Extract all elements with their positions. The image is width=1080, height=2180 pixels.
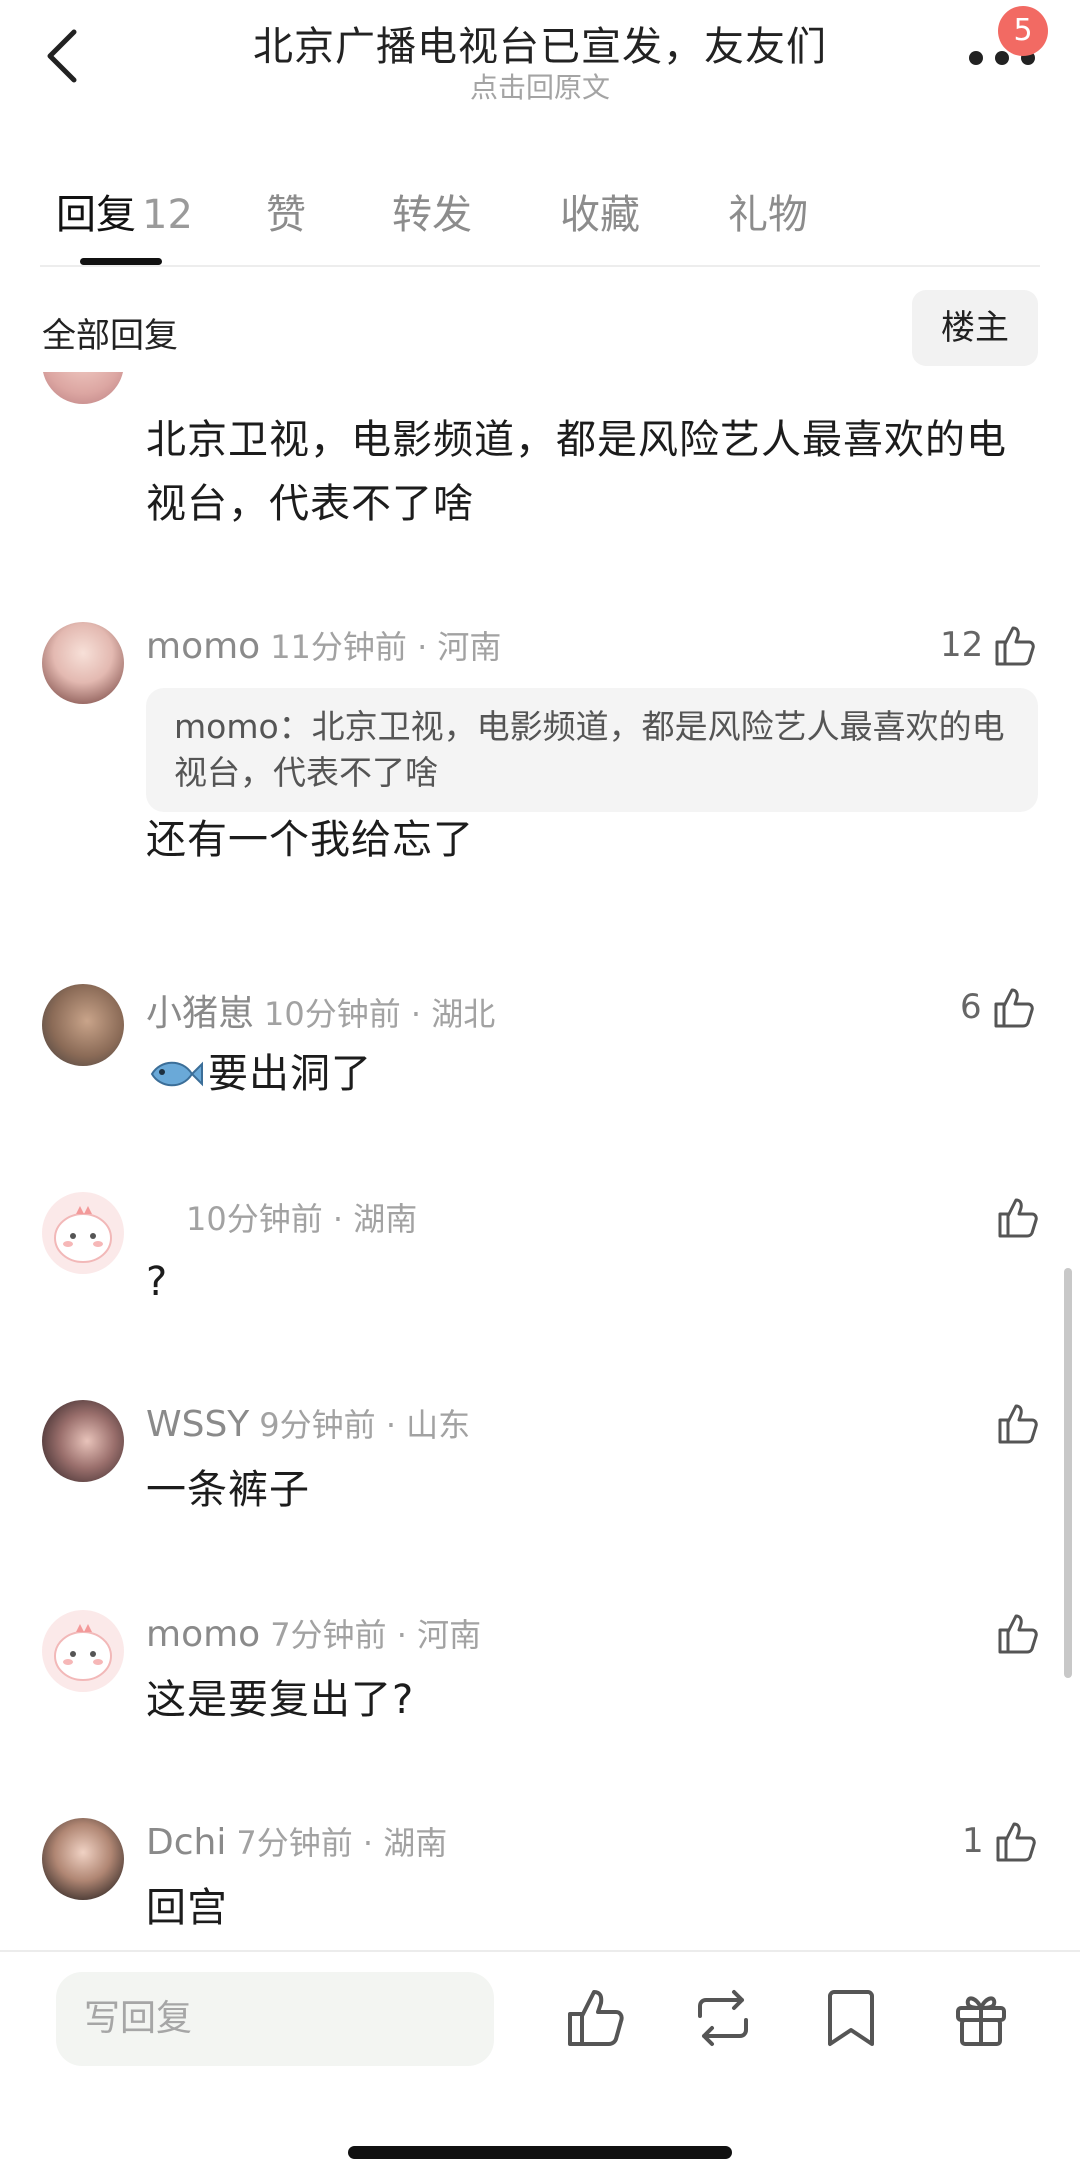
- avatar[interactable]: [42, 1192, 124, 1274]
- avatar[interactable]: [42, 1818, 124, 1900]
- comment-header: 小猪崽 10分钟前 · 湖北: [146, 984, 495, 1036]
- like-count: 1: [962, 1821, 984, 1861]
- post-title[interactable]: 北京广播电视台已宣发，友友们: [0, 14, 1080, 72]
- username[interactable]: Dchi: [146, 1822, 226, 1863]
- default-avatar-icon: [54, 1206, 112, 1263]
- tab-count: 12: [142, 192, 193, 238]
- comment-text: 要出洞了: [208, 1051, 372, 1097]
- thumbs-up-icon: [995, 626, 1036, 666]
- like-button[interactable]: 1: [962, 1814, 1038, 1868]
- owner-only-button[interactable]: 楼主: [912, 290, 1038, 366]
- bookmark-icon[interactable]: [820, 1986, 882, 2050]
- like-button[interactable]: [994, 1606, 1040, 1660]
- tab-gifts[interactable]: 礼物: [728, 182, 808, 240]
- avatar[interactable]: [42, 1400, 124, 1482]
- comment-meta: 9分钟前 · 山东: [259, 1406, 471, 1444]
- comment-meta: 7分钟前 · 湖南: [236, 1824, 448, 1862]
- avatar[interactable]: [42, 984, 124, 1066]
- tab-label: 回复: [56, 192, 136, 238]
- avatar[interactable]: [42, 372, 124, 404]
- thumbs-up-icon: [994, 988, 1034, 1028]
- thumbs-up-icon: [998, 1198, 1038, 1238]
- thumbs-up-icon: [996, 1822, 1036, 1862]
- fish-emoji-icon: [150, 1061, 203, 1087]
- all-replies-filter[interactable]: 全部回复: [42, 308, 178, 357]
- username[interactable]: WSSY: [146, 1404, 249, 1445]
- thumbs-up-icon[interactable]: [564, 1986, 626, 2050]
- comment-text: 北京卫视，电影频道，都是风险艺人最喜欢的电视台，代表不了啥: [146, 417, 1007, 527]
- reply-input[interactable]: 写回复: [56, 1972, 494, 2066]
- quoted-comment[interactable]: momo：北京卫视，电影频道，都是风险艺人最喜欢的电视台，代表不了啥: [146, 688, 1038, 812]
- thumbs-up-icon: [998, 1614, 1038, 1654]
- tab-favorites[interactable]: 收藏: [560, 182, 640, 240]
- scrollbar[interactable]: [1064, 1268, 1072, 1678]
- like-button[interactable]: [994, 1396, 1040, 1450]
- like-button[interactable]: 12: [940, 618, 1037, 672]
- comment-text: ?: [146, 1259, 169, 1305]
- comment-header: WSSY 9分钟前 · 山东: [146, 1400, 470, 1446]
- comment-meta: 10分钟前 · 湖北: [264, 995, 496, 1033]
- like-button[interactable]: [994, 1190, 1040, 1244]
- tab-replies[interactable]: 回复 12: [56, 182, 193, 240]
- default-avatar-icon: [54, 1624, 112, 1681]
- username[interactable]: 小猪崽: [146, 993, 254, 1034]
- home-indicator: [348, 2146, 732, 2159]
- comment-text: 回宫: [146, 1885, 228, 1931]
- gift-icon[interactable]: [950, 1986, 1012, 2050]
- active-tab-indicator: [80, 258, 162, 265]
- username[interactable]: momo: [146, 626, 260, 667]
- like-count: 6: [960, 987, 982, 1027]
- comment-meta: 7分钟前 · 河南: [270, 1616, 482, 1654]
- comment-meta: 11分钟前 · 河南: [270, 628, 502, 666]
- thumbs-up-icon[interactable]: [996, 372, 1032, 374]
- bottom-bar-divider: [0, 1950, 1080, 1952]
- notification-badge: 5: [998, 6, 1048, 56]
- comment-header: momo 7分钟前 · 河南: [146, 1610, 481, 1656]
- back-to-original-link[interactable]: 点击回原文: [0, 66, 1080, 106]
- tab-divider: [40, 265, 1040, 267]
- comment-meta: 10分钟前 · 湖南: [186, 1200, 418, 1238]
- comment-text: 还有一个我给忘了: [146, 817, 474, 863]
- username[interactable]: momo: [146, 1614, 260, 1655]
- tab-reposts[interactable]: 转发: [392, 182, 472, 240]
- like-button[interactable]: 6: [960, 980, 1036, 1034]
- like-count: 12: [940, 625, 984, 665]
- comment-header: 10分钟前 · 湖南: [186, 1194, 417, 1240]
- avatar[interactable]: [42, 622, 124, 704]
- comment-list[interactable]: 北京卫视，电影频道，都是风险艺人最喜欢的电视台，代表不了啥 momo 11分钟前 …: [0, 372, 1080, 1952]
- repost-icon[interactable]: [692, 1986, 754, 2050]
- comment-header: momo 11分钟前 · 河南: [146, 622, 501, 668]
- comment-text: 一条裤子: [146, 1467, 310, 1513]
- comment-text: 这是要复出了?: [146, 1677, 415, 1723]
- thumbs-up-icon: [998, 1404, 1038, 1444]
- tab-likes[interactable]: 赞: [266, 182, 306, 240]
- avatar[interactable]: [42, 1610, 124, 1692]
- comment-header: Dchi 7分钟前 · 湖南: [146, 1818, 447, 1864]
